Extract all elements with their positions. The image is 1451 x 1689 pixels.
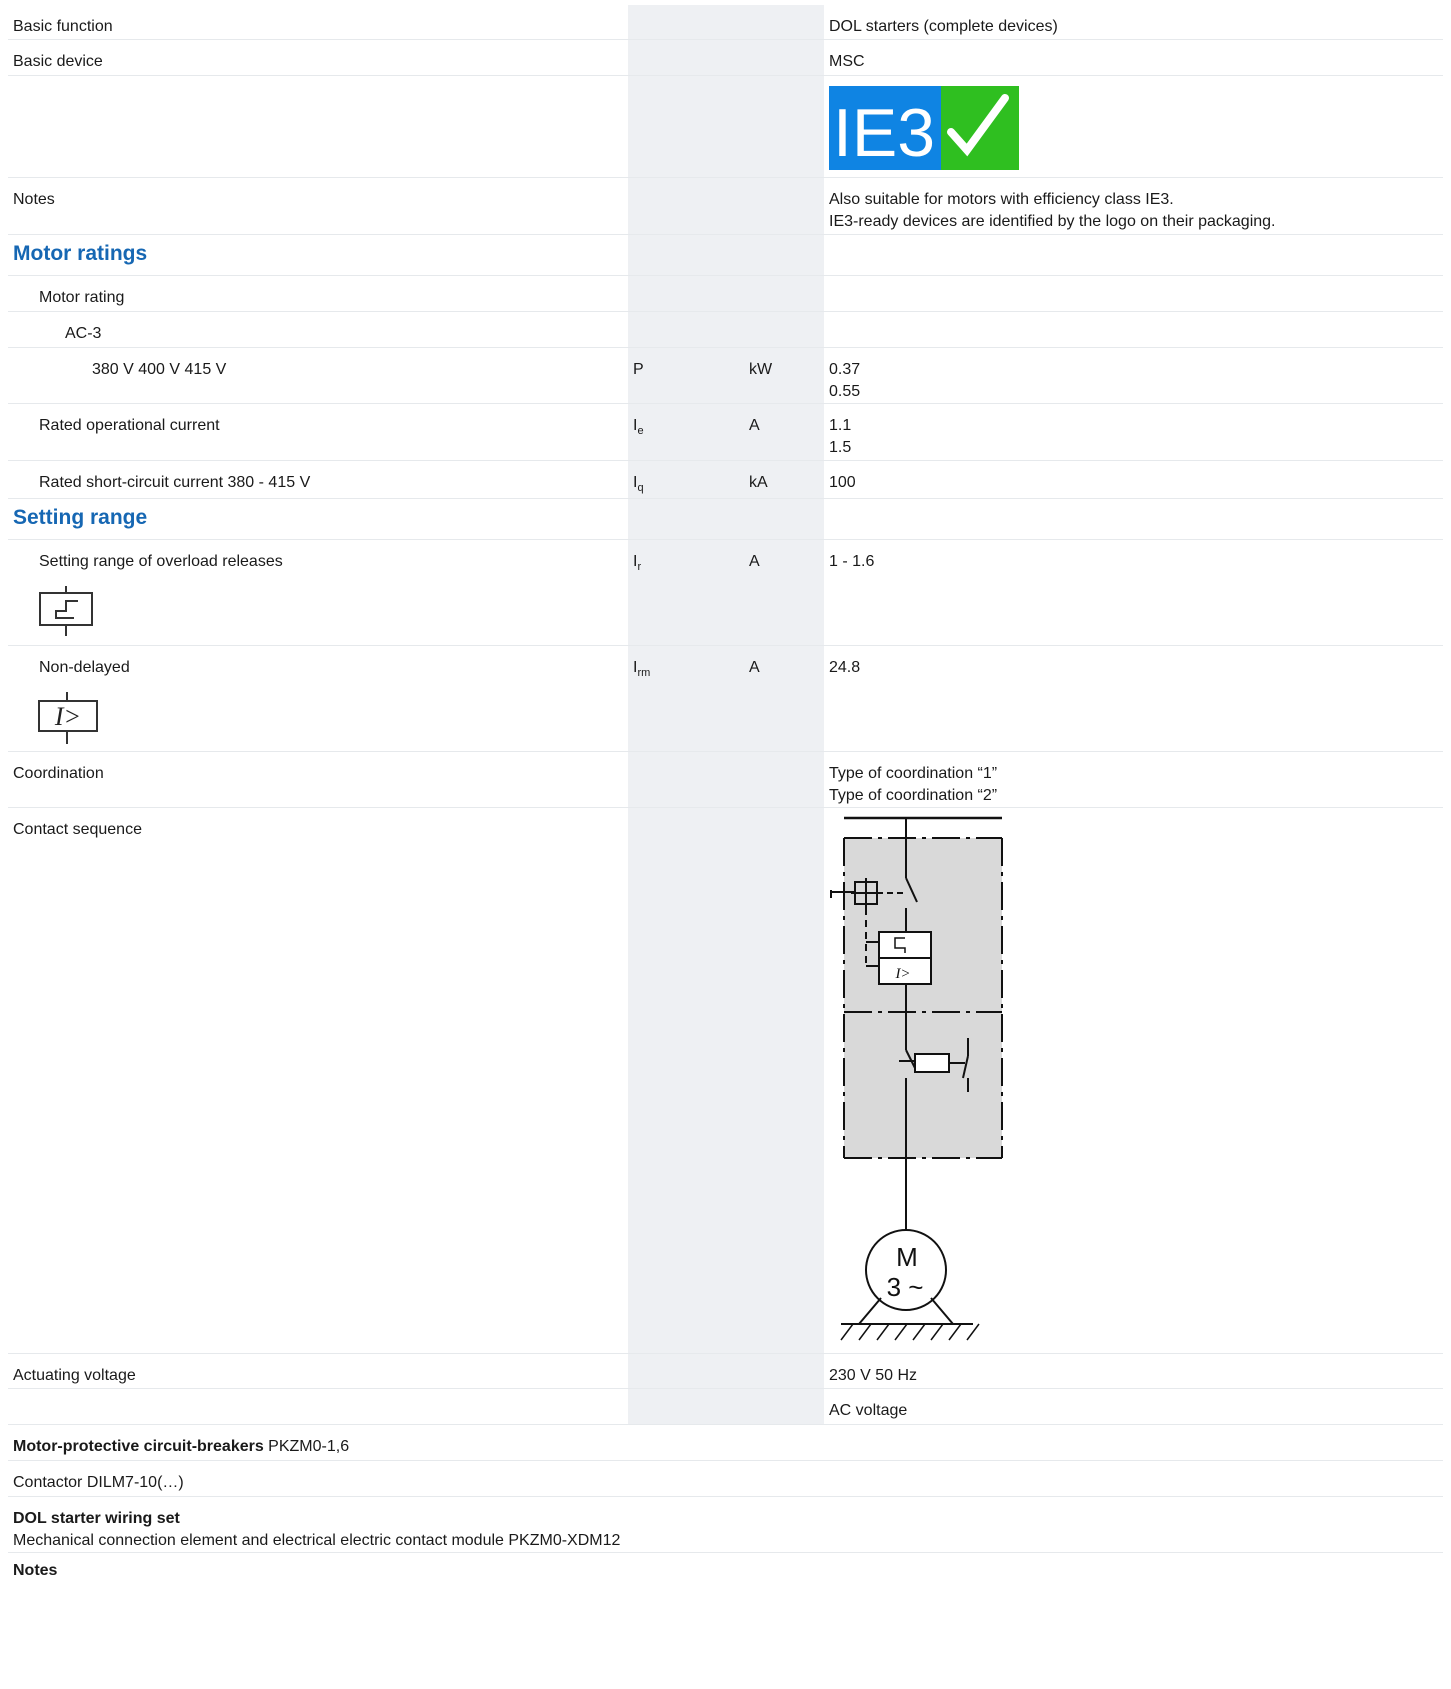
contact-sequence-label: Contact sequence — [13, 821, 142, 838]
row-notes: Notes Also suitable for motors with effi… — [8, 178, 1443, 235]
notes-value: Also suitable for motors with efficiency… — [829, 191, 1276, 230]
footer-mpcb: Motor-protective circuit-breakers PKZM0-… — [8, 1425, 1443, 1461]
footer-contactor: Contactor DILM7-10(…) — [8, 1461, 1443, 1497]
power-symbol: P — [628, 348, 744, 403]
rated-current-unit: A — [744, 404, 824, 460]
footer-notes-bold: Notes — [13, 1562, 58, 1579]
short-circuit-label: Rated short-circuit current 380 - 415 V — [39, 474, 311, 491]
spec-table: Basic function DOL starters (complete de… — [8, 5, 1443, 1593]
non-delayed-symbol: Irm — [628, 646, 744, 751]
row-overload-range: Setting range of overload releases Ir A … — [8, 540, 1443, 646]
rated-current-values: 1.1 1.5 — [829, 417, 852, 456]
rated-current-symbol: Ie — [628, 404, 744, 460]
overload-value: 1 - 1.6 — [829, 553, 875, 570]
row-basic-device: Basic device MSC — [8, 40, 1443, 76]
basic-device-label: Basic device — [13, 53, 103, 70]
row-ac-voltage: AC voltage — [8, 1389, 1443, 1425]
wiring-bold: DOL starter wiring set — [13, 1510, 180, 1527]
non-delayed-unit: A — [744, 646, 824, 751]
magnetic-release-icon: I> — [36, 692, 102, 751]
overload-symbol: Ir — [628, 540, 744, 645]
footer-wiring-set: DOL starter wiring set Mechanical connec… — [8, 1497, 1443, 1553]
row-contact-sequence: Contact sequence I> M 3 ~ — [8, 808, 1443, 1354]
row-setting-range-heading: Setting range — [8, 499, 1443, 540]
short-circuit-unit: kA — [744, 461, 824, 498]
non-delayed-label: Non-delayed — [39, 659, 130, 676]
power-values: 0.37 0.55 — [829, 361, 861, 400]
wiring-rest: Mechanical connection element and electr… — [13, 1532, 621, 1549]
ie3-logo: IE3 — [829, 86, 1019, 171]
setting-range-heading: Setting range — [13, 506, 148, 529]
overload-unit: A — [744, 540, 824, 645]
rated-current-label: Rated operational current — [39, 417, 220, 434]
ie3-logo-text: IE3 — [833, 95, 935, 170]
power-unit: kW — [744, 348, 824, 403]
row-coordination: Coordination Type of coordination “1” Ty… — [8, 752, 1443, 808]
svg-text:3 ~: 3 ~ — [887, 1272, 924, 1302]
row-ac3: AC-3 — [8, 312, 1443, 348]
ac3-label: AC-3 — [65, 325, 102, 342]
coordination-values: Type of coordination “1” Type of coordin… — [829, 765, 998, 804]
actuating-voltage-label: Actuating voltage — [13, 1367, 136, 1384]
mpcb-rest: PKZM0-1,6 — [263, 1438, 350, 1455]
notes-label: Notes — [13, 191, 55, 208]
motor-ratings-heading: Motor ratings — [13, 242, 148, 265]
thermal-overload-icon — [36, 586, 96, 643]
row-voltage-power: 380 V 400 V 415 V P kW 0.37 0.55 — [8, 348, 1443, 404]
row-actuating-voltage: Actuating voltage 230 V 50 Hz — [8, 1354, 1443, 1389]
contactor-text: Contactor DILM7-10(…) — [13, 1474, 184, 1491]
svg-text:M: M — [896, 1242, 918, 1272]
row-motor-rating: Motor rating — [8, 276, 1443, 312]
row-short-circuit: Rated short-circuit current 380 - 415 V … — [8, 461, 1443, 499]
coordination-label: Coordination — [13, 765, 104, 782]
row-rated-current: Rated operational current Ie A 1.1 1.5 — [8, 404, 1443, 461]
row-motor-ratings-heading: Motor ratings — [8, 235, 1443, 276]
basic-function-label: Basic function — [13, 18, 113, 35]
svg-text:I>: I> — [54, 702, 81, 731]
svg-text:I>: I> — [894, 966, 910, 982]
basic-function-value: DOL starters (complete devices) — [829, 18, 1058, 35]
actuating-voltage-value: 230 V 50 Hz — [829, 1367, 918, 1384]
basic-device-value: MSC — [829, 53, 865, 70]
short-circuit-value: 100 — [829, 474, 856, 491]
overload-label: Setting range of overload releases — [39, 553, 283, 570]
row-non-delayed: Non-delayed I> Irm A 24.8 — [8, 646, 1443, 752]
row-ie3-logo: IE3 — [8, 76, 1443, 178]
short-circuit-symbol: Iq — [628, 461, 744, 498]
row-basic-function: Basic function DOL starters (complete de… — [8, 5, 1443, 40]
voltage-label: 380 V 400 V 415 V — [92, 361, 227, 378]
contact-sequence-diagram: I> M 3 ~ — [829, 816, 1019, 1353]
ac-voltage-value: AC voltage — [829, 1402, 908, 1419]
non-delayed-value: 24.8 — [829, 659, 861, 676]
mpcb-bold: Motor-protective circuit-breakers — [13, 1438, 264, 1455]
footer-notes: Notes — [8, 1553, 1443, 1593]
motor-rating-label: Motor rating — [39, 289, 125, 306]
